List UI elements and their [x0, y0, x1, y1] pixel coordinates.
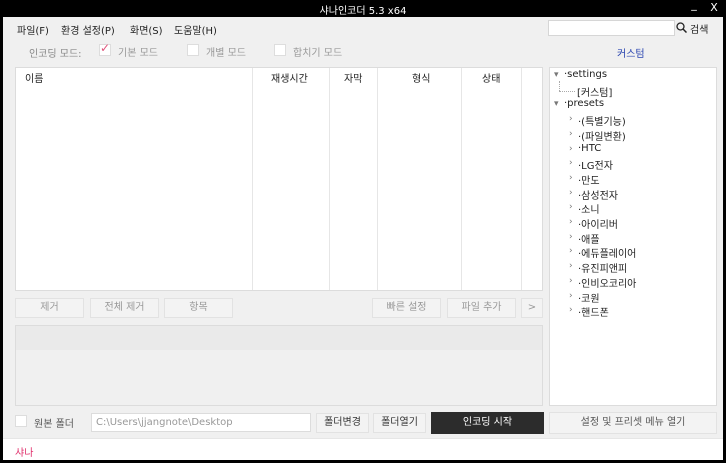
menu-file[interactable]: 파일(F)	[17, 22, 49, 37]
collapse-arrow-icon[interactable]: ›	[569, 261, 573, 271]
tree-node-preset[interactable]: ·인비오코리아	[578, 275, 636, 290]
menu-view[interactable]: 화면(S)	[130, 22, 163, 37]
tree-node-settings[interactable]: ·settings	[564, 69, 607, 80]
tree-node-preset[interactable]: ·소니	[578, 201, 600, 216]
collapse-arrow-icon[interactable]: ›	[569, 276, 573, 286]
mode-basic-checkbox[interactable]: ✓ 기본 모드	[99, 41, 169, 59]
checkmark-icon: ✓	[100, 41, 111, 55]
tree-node-preset[interactable]: ·아이리버	[578, 216, 618, 231]
tree-node-preset[interactable]: ·HTC	[578, 143, 601, 154]
collapse-arrow-icon[interactable]: ›	[569, 129, 573, 139]
search-input[interactable]	[548, 20, 675, 36]
tree-node-preset[interactable]: ·에듀플레이어	[578, 245, 636, 260]
collapse-arrow-icon[interactable]: ›	[569, 173, 573, 183]
remove-button[interactable]: 제거	[15, 298, 84, 318]
tree-node-presets[interactable]: ·presets	[564, 98, 604, 109]
column-subtitle[interactable]: 자막	[344, 70, 362, 85]
tree-node-preset[interactable]: ·(파일변환)	[578, 128, 626, 143]
search-icon	[676, 22, 687, 33]
quick-settings-button[interactable]: 빠른 설정	[372, 298, 441, 318]
file-list-header: 이름 재생시간 자막 형식 상태	[16, 68, 542, 87]
file-list[interactable]: 이름 재생시간 자막 형식 상태	[15, 67, 543, 291]
expand-arrow-icon[interactable]: ▾	[554, 99, 559, 109]
mode-merge-checkbox[interactable]: 합치기 모드	[274, 44, 354, 59]
mode-individual-label: 개별 모드	[206, 48, 246, 59]
collapse-arrow-icon[interactable]: ›	[569, 305, 573, 315]
search-button-label: 검색	[690, 25, 709, 36]
custom-preset-link[interactable]: 커스텀	[617, 45, 645, 60]
close-button[interactable]: X	[707, 1, 721, 14]
menu-help[interactable]: 도움말(H)	[174, 22, 217, 37]
mode-individual-checkbox[interactable]: 개별 모드	[187, 44, 257, 59]
column-divider	[377, 68, 378, 290]
tree-guide-line	[559, 90, 575, 92]
preset-tree[interactable]: ▾ ·settings [커스텀] ▾ ·presets › ·(특별기능) › ·(파일변환)…	[549, 67, 717, 406]
checkbox-box	[274, 44, 286, 56]
column-divider	[252, 68, 253, 290]
change-folder-button[interactable]: 폴더변경	[316, 413, 369, 433]
collapse-arrow-icon[interactable]: ›	[569, 202, 573, 212]
original-folder-checkbox[interactable]	[15, 415, 27, 427]
checkbox-box	[187, 44, 199, 56]
items-button[interactable]: 항목	[164, 298, 233, 318]
output-path-field[interactable]: C:\Users\jjangnote\Desktop	[91, 413, 311, 432]
column-divider	[329, 68, 330, 290]
status-text: 샤나	[15, 448, 34, 459]
log-panel	[15, 325, 543, 406]
column-status[interactable]: 상태	[482, 70, 500, 85]
more-button[interactable]: >	[521, 298, 543, 318]
mode-merge-label: 합치기 모드	[293, 48, 343, 59]
collapse-arrow-icon[interactable]: ›	[569, 232, 573, 242]
column-format[interactable]: 형식	[412, 70, 430, 85]
tree-node-preset[interactable]: ·만도	[578, 172, 600, 187]
start-encoding-button[interactable]: 인코딩 시작	[431, 412, 544, 434]
mode-basic-label: 기본 모드	[118, 48, 158, 59]
settings-preset-menu-button[interactable]: 설정 및 프리셋 메뉴 열기	[549, 412, 717, 434]
collapse-arrow-icon[interactable]: ›	[569, 144, 573, 154]
original-folder-label: 원본 폴더	[34, 419, 74, 430]
collapse-arrow-icon[interactable]: ›	[569, 217, 573, 227]
column-name[interactable]: 이름	[25, 70, 43, 85]
collapse-arrow-icon[interactable]: ›	[569, 246, 573, 256]
remove-all-button[interactable]: 전체 제거	[90, 298, 159, 318]
window-title: 샤나인코더 5.3 x64	[319, 6, 407, 17]
open-folder-button[interactable]: 폴더열기	[373, 413, 426, 433]
tree-guide-line	[559, 80, 560, 91]
app-window: 샤나인코더 5.3 x64 _ X 파일(F) 환경 설정(P) 화면(S) 도…	[0, 0, 726, 463]
log-panel-header	[16, 326, 542, 350]
title-bar[interactable]: 샤나인코더 5.3 x64 _ X	[3, 0, 723, 17]
collapse-arrow-icon[interactable]: ›	[569, 188, 573, 198]
encoding-mode-row: 인코딩 모드: ✓ 기본 모드 개별 모드 합치기 모드	[3, 41, 543, 61]
collapse-arrow-icon[interactable]: ›	[569, 114, 573, 124]
tree-node-preset[interactable]: ·애플	[578, 231, 600, 246]
tree-node-preset[interactable]: ·삼성전자	[578, 187, 618, 202]
encoding-mode-label: 인코딩 모드:	[29, 49, 82, 60]
expand-arrow-icon[interactable]: ▾	[554, 70, 559, 80]
collapse-arrow-icon[interactable]: ›	[569, 291, 573, 301]
tree-node-preset[interactable]: ·(특별기능)	[578, 113, 626, 128]
add-file-button[interactable]: 파일 추가	[447, 298, 516, 318]
minimize-button[interactable]: _	[687, 0, 701, 11]
column-duration[interactable]: 재생시간	[271, 70, 308, 85]
tree-node-preset[interactable]: ·LG전자	[578, 157, 613, 172]
column-divider	[521, 68, 522, 290]
tree-node-preset[interactable]: ·핸드폰	[578, 304, 609, 319]
tree-node-settings-child[interactable]: [커스텀]	[577, 84, 612, 99]
menu-preferences[interactable]: 환경 설정(P)	[61, 22, 115, 37]
collapse-arrow-icon[interactable]: ›	[569, 158, 573, 168]
status-bar: 샤나	[3, 438, 723, 460]
tree-node-preset[interactable]: ·유진피앤피	[578, 260, 627, 275]
column-divider	[461, 68, 462, 290]
tree-node-preset[interactable]: ·코원	[578, 290, 600, 305]
